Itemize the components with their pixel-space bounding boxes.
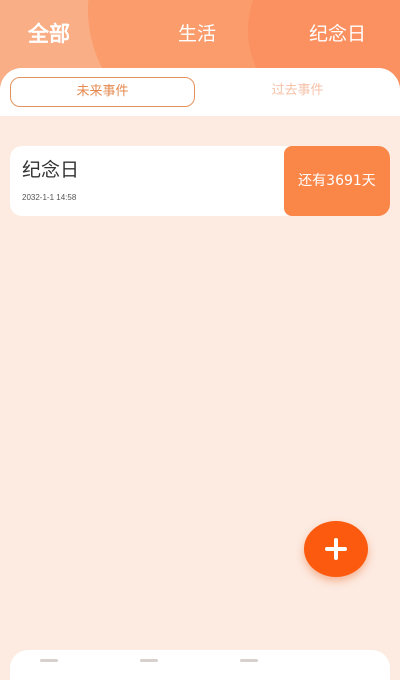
bottom-tab-bar <box>10 650 390 680</box>
tab-past-events[interactable]: 过去事件 <box>205 77 390 107</box>
tab-future-events[interactable]: 未来事件 <box>10 77 195 107</box>
event-countdown-badge: 还有3691天 <box>284 146 390 216</box>
event-card[interactable]: 纪念日 2032-1-1 14:58 还有3691天 <box>10 146 390 216</box>
category-nav: 全部 生活 纪念日 <box>0 0 400 68</box>
event-datetime: 2032-1-1 14:58 <box>22 193 77 202</box>
event-title: 纪念日 <box>22 159 80 181</box>
event-tab-bar: 未来事件 过去事件 <box>0 68 400 116</box>
add-event-button[interactable] <box>304 521 368 577</box>
nav-item-all[interactable]: 全部 <box>28 20 70 48</box>
nav-item-anniversary[interactable]: 纪念日 <box>309 20 366 48</box>
plus-icon <box>334 538 338 560</box>
nav-item-life[interactable]: 生活 <box>178 20 216 48</box>
